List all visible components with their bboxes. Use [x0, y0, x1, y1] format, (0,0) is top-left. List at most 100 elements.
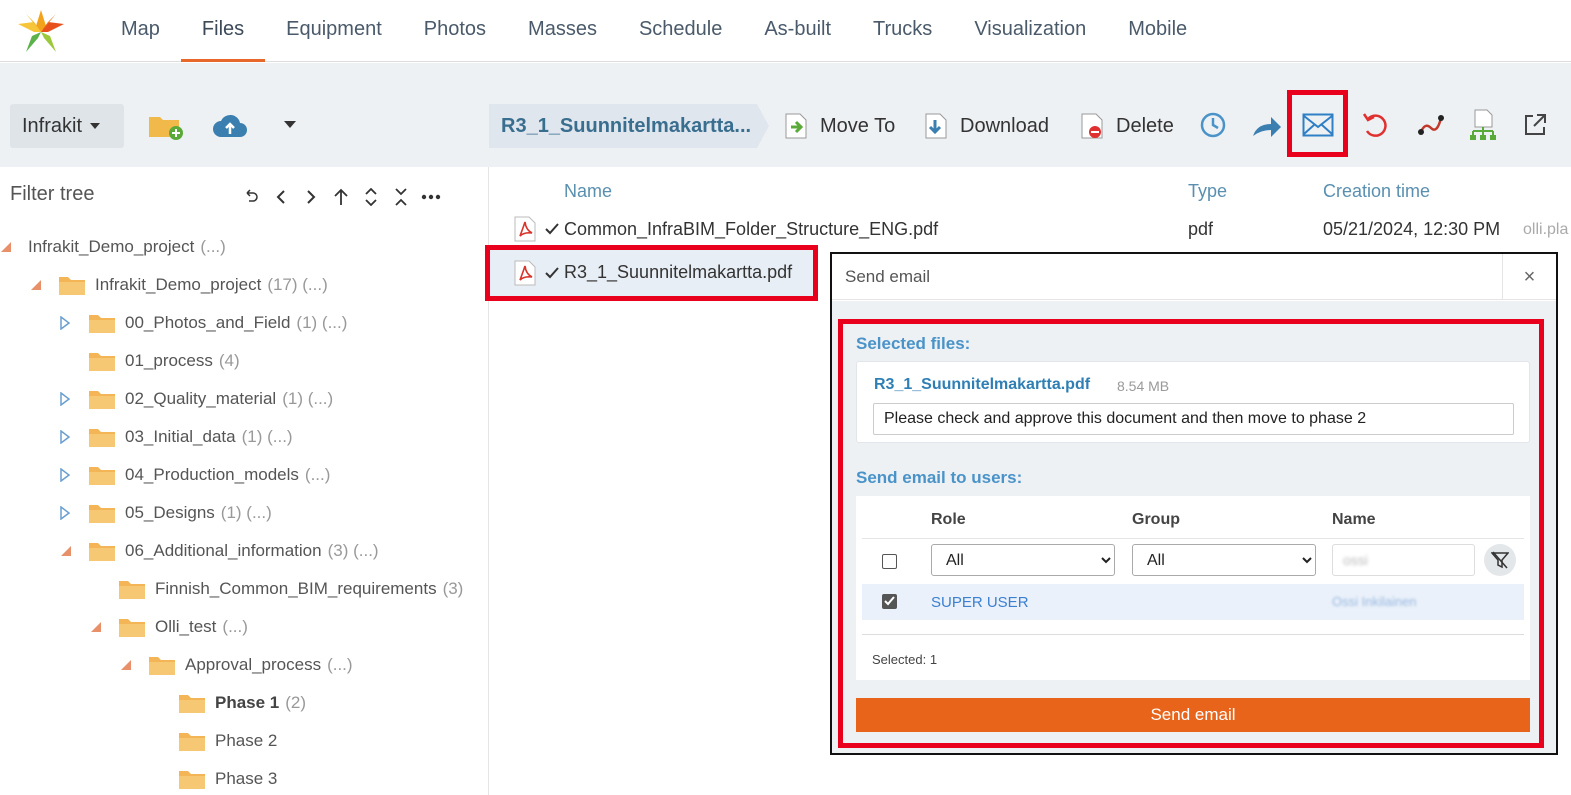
project-dropdown[interactable]: Infrakit: [10, 104, 124, 148]
tab-files[interactable]: Files: [180, 0, 266, 62]
chevron-left-icon[interactable]: [266, 185, 296, 209]
tree-node-label: 00_Photos_and_Field: [125, 313, 291, 332]
undo-icon[interactable]: [236, 185, 266, 209]
collapsed-triangle-icon[interactable]: [60, 392, 72, 406]
tree-node[interactable]: 03_Initial_data (1) (...): [60, 423, 293, 451]
file-row[interactable]: Common_InfraBIM_Folder_Structure_ENG.pdf…: [490, 209, 1571, 249]
tab-schedule[interactable]: Schedule: [618, 0, 743, 62]
move-to-button[interactable]: Move To: [784, 104, 895, 148]
check-icon: [545, 223, 559, 235]
folder-icon: [118, 578, 146, 600]
tab-masses[interactable]: Masses: [507, 0, 618, 62]
tree-node[interactable]: Infrakit_Demo_project (17) (...): [30, 271, 328, 299]
collapsed-triangle-icon[interactable]: [60, 506, 72, 520]
expanded-triangle-icon[interactable]: [30, 278, 42, 292]
open-external-icon[interactable]: [1520, 110, 1550, 140]
tree-node-label: 01_process: [125, 351, 213, 370]
folder-icon: [118, 616, 146, 638]
tree-node[interactable]: Phase 1 (2): [150, 689, 306, 717]
tab-visualization[interactable]: Visualization: [953, 0, 1107, 62]
check-icon: [545, 267, 559, 279]
expanded-triangle-icon[interactable]: [120, 658, 132, 672]
tree-node[interactable]: Approval_process (...): [120, 651, 353, 679]
download-icon: [925, 113, 947, 139]
email-button-highlight: [1287, 90, 1348, 157]
collapsed-triangle-icon[interactable]: [60, 430, 72, 444]
folder-icon: [178, 768, 206, 790]
share-icon[interactable]: [1250, 112, 1284, 140]
tree-node-count: (1) (...): [241, 427, 293, 446]
collapsed-triangle-icon[interactable]: [60, 468, 72, 482]
tree-node[interactable]: 02_Quality_material (1) (...): [60, 385, 333, 413]
expand-icon[interactable]: [356, 185, 386, 209]
collapsed-triangle-icon[interactable]: [60, 316, 72, 330]
new-folder-icon[interactable]: [147, 110, 185, 142]
move-to-label: Move To: [820, 114, 896, 137]
revert-icon[interactable]: [1360, 110, 1390, 140]
tree-node[interactable]: Olli_test (...): [90, 613, 248, 641]
folder-icon: [88, 540, 116, 562]
column-header-name[interactable]: Name: [564, 181, 612, 202]
column-header-created[interactable]: Creation time: [1323, 181, 1430, 202]
tab-photos[interactable]: Photos: [403, 0, 507, 62]
tab-equipment[interactable]: Equipment: [265, 0, 403, 62]
tree-node[interactable]: Phase 3: [150, 765, 283, 793]
tree-tools: [236, 185, 446, 209]
tree-node[interactable]: 00_Photos_and_Field (1) (...): [60, 309, 347, 337]
tab-map[interactable]: Map: [100, 0, 181, 62]
caret-down-icon: [90, 123, 101, 129]
cloud-upload-icon[interactable]: [211, 112, 249, 140]
tree-node-count: (17) (...): [267, 275, 328, 294]
tree-node-count: (3): [442, 579, 464, 598]
expanded-triangle-icon[interactable]: [90, 620, 102, 634]
delete-button[interactable]: Delete: [1080, 104, 1174, 148]
folder-tree-panel: Filter tree Infrakit_Demo_project (...) In…: [0, 167, 489, 795]
column-header-type[interactable]: Type: [1188, 181, 1227, 202]
folder-icon: [148, 654, 176, 676]
folder-icon: [88, 388, 116, 410]
file-created: 05/21/2024, 12:30 PM: [1323, 218, 1501, 239]
arrow-up-icon[interactable]: [326, 185, 356, 209]
expanded-triangle-icon[interactable]: [60, 544, 72, 558]
tree-node-label: 04_Production_models: [125, 465, 299, 484]
infrakit-logo[interactable]: [16, 8, 66, 56]
filter-tree-input[interactable]: Filter tree: [10, 183, 94, 206]
tree-node-count: (...): [304, 465, 331, 484]
tab-mobile[interactable]: Mobile: [1107, 0, 1208, 62]
document-tree-icon[interactable]: [1468, 108, 1498, 142]
tree-node-label: 06_Additional_information: [125, 541, 322, 560]
move-to-icon: [785, 113, 807, 139]
breadcrumb[interactable]: R3_1_Suunnitelmakartta...: [489, 104, 769, 148]
expanded-triangle-icon[interactable]: [0, 240, 12, 254]
tree-node-label: 05_Designs: [125, 503, 215, 522]
close-button[interactable]: ×: [1502, 254, 1556, 300]
tree-node-count: (...): [327, 655, 353, 674]
history-icon[interactable]: [1198, 110, 1228, 140]
tree-node[interactable]: 06_Additional_information (3) (...): [60, 537, 379, 565]
chevron-right-icon[interactable]: [296, 185, 326, 209]
file-name: R3_1_Suunnitelmakartta.pdf: [564, 262, 793, 282]
tree-node[interactable]: 05_Designs (1) (...): [60, 499, 272, 527]
tree-node[interactable]: Finnish_Common_BIM_requirements (3): [90, 575, 463, 603]
tree-node[interactable]: 01_process (4): [60, 347, 240, 375]
tree-node[interactable]: 04_Production_models (...): [60, 461, 330, 489]
more-options-icon[interactable]: [416, 185, 446, 209]
tab-trucks[interactable]: Trucks: [852, 0, 953, 62]
folder-icon: [88, 350, 116, 372]
tree-node[interactable]: Phase 2: [150, 727, 283, 755]
tree-node-label: 03_Initial_data: [125, 427, 236, 446]
folder-icon: [178, 692, 206, 714]
workflow-icon[interactable]: [1415, 110, 1447, 140]
tree-node-label: 02_Quality_material: [125, 389, 277, 408]
tree-node-count: (4): [218, 351, 240, 370]
delete-icon: [1081, 113, 1103, 139]
tree-node-count: (...): [222, 617, 248, 636]
upload-options-caret-icon[interactable]: [280, 117, 300, 133]
tree-node[interactable]: Infrakit_Demo_project (...): [0, 233, 226, 261]
tab-as-built[interactable]: As-built: [743, 0, 852, 62]
download-button[interactable]: Download: [924, 104, 1049, 148]
collapse-icon[interactable]: [386, 185, 416, 209]
selected-file-row[interactable]: R3_1_Suunnitelmakartta.pdf: [485, 245, 818, 301]
